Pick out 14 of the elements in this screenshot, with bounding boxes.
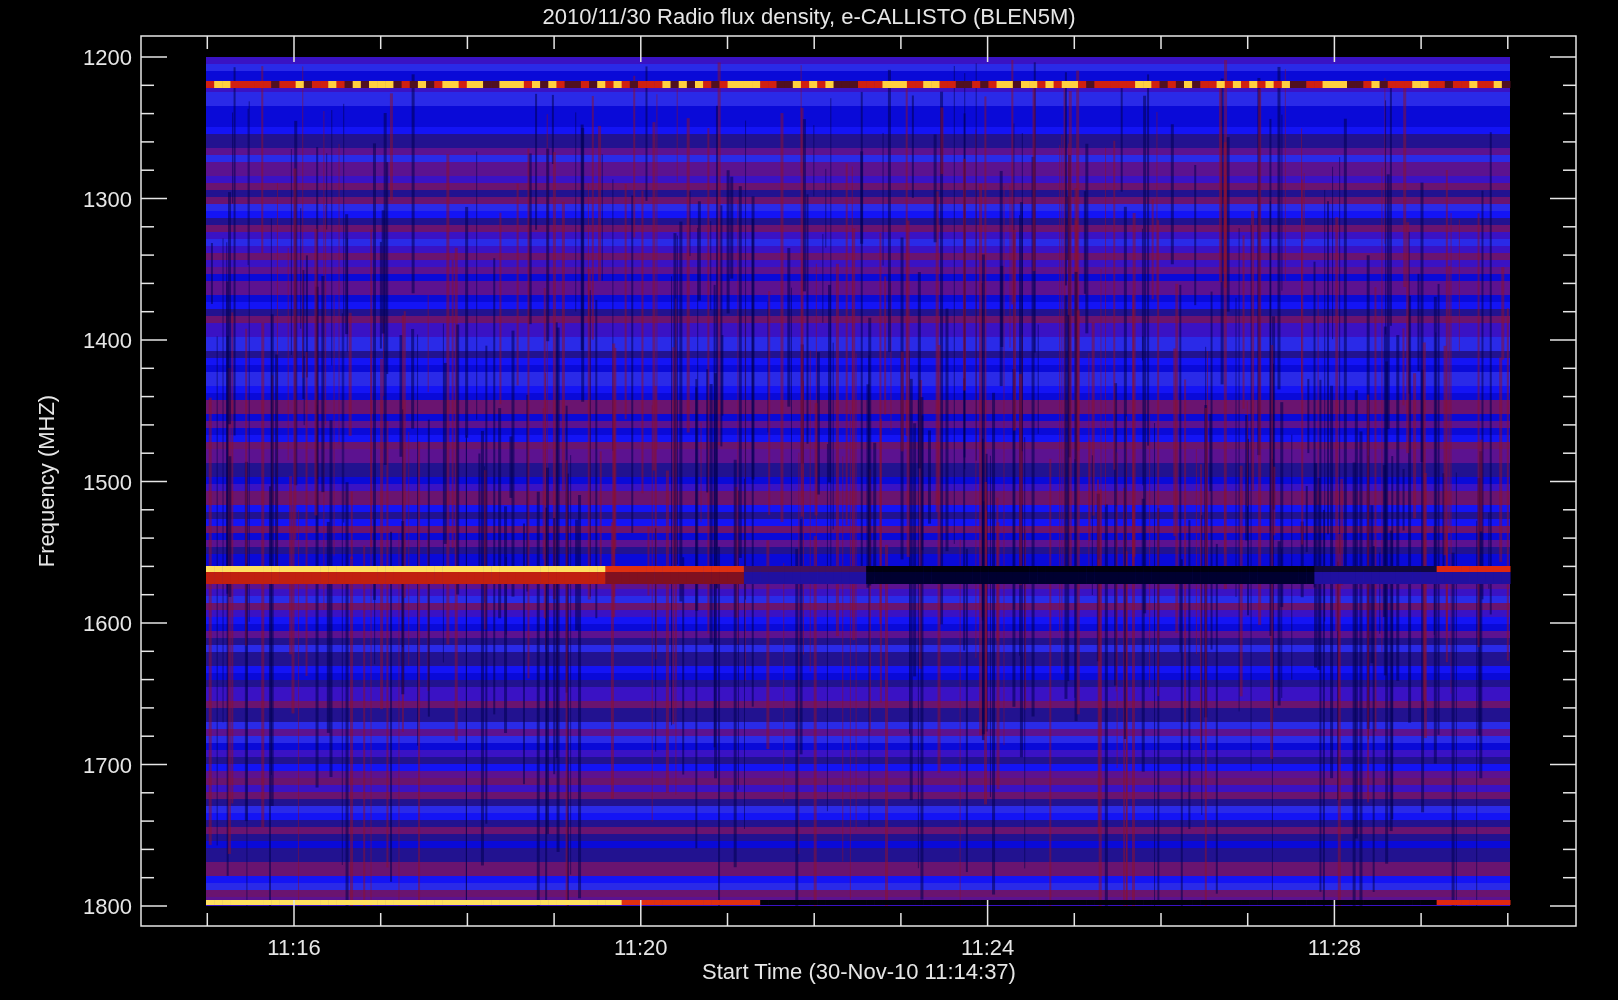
x-tick-label: 11:24 — [960, 935, 1015, 960]
y-tick-label: 1800 — [83, 894, 132, 919]
chart-title: 2010/11/30 Radio flux density, e-CALLISTO (BLEN5M) — [542, 4, 1076, 29]
y-tick-label: 1200 — [83, 45, 132, 70]
y-tick-label: 1400 — [83, 328, 132, 353]
y-tick-label: 1500 — [83, 469, 132, 495]
y-tick-label: 1600 — [83, 611, 132, 636]
x-axis-title: Start Time (30-Nov-10 11:14:37) — [702, 959, 1016, 984]
x-tick-label: 11:28 — [1307, 935, 1362, 960]
x-tick-label: 11:20 — [614, 935, 668, 960]
y-axis-title: Frequency (MHZ) — [34, 394, 59, 568]
x-tick-label: 11:16 — [267, 935, 321, 960]
y-tick-label: 1700 — [83, 752, 132, 778]
y-tick-label: 1300 — [83, 186, 132, 212]
